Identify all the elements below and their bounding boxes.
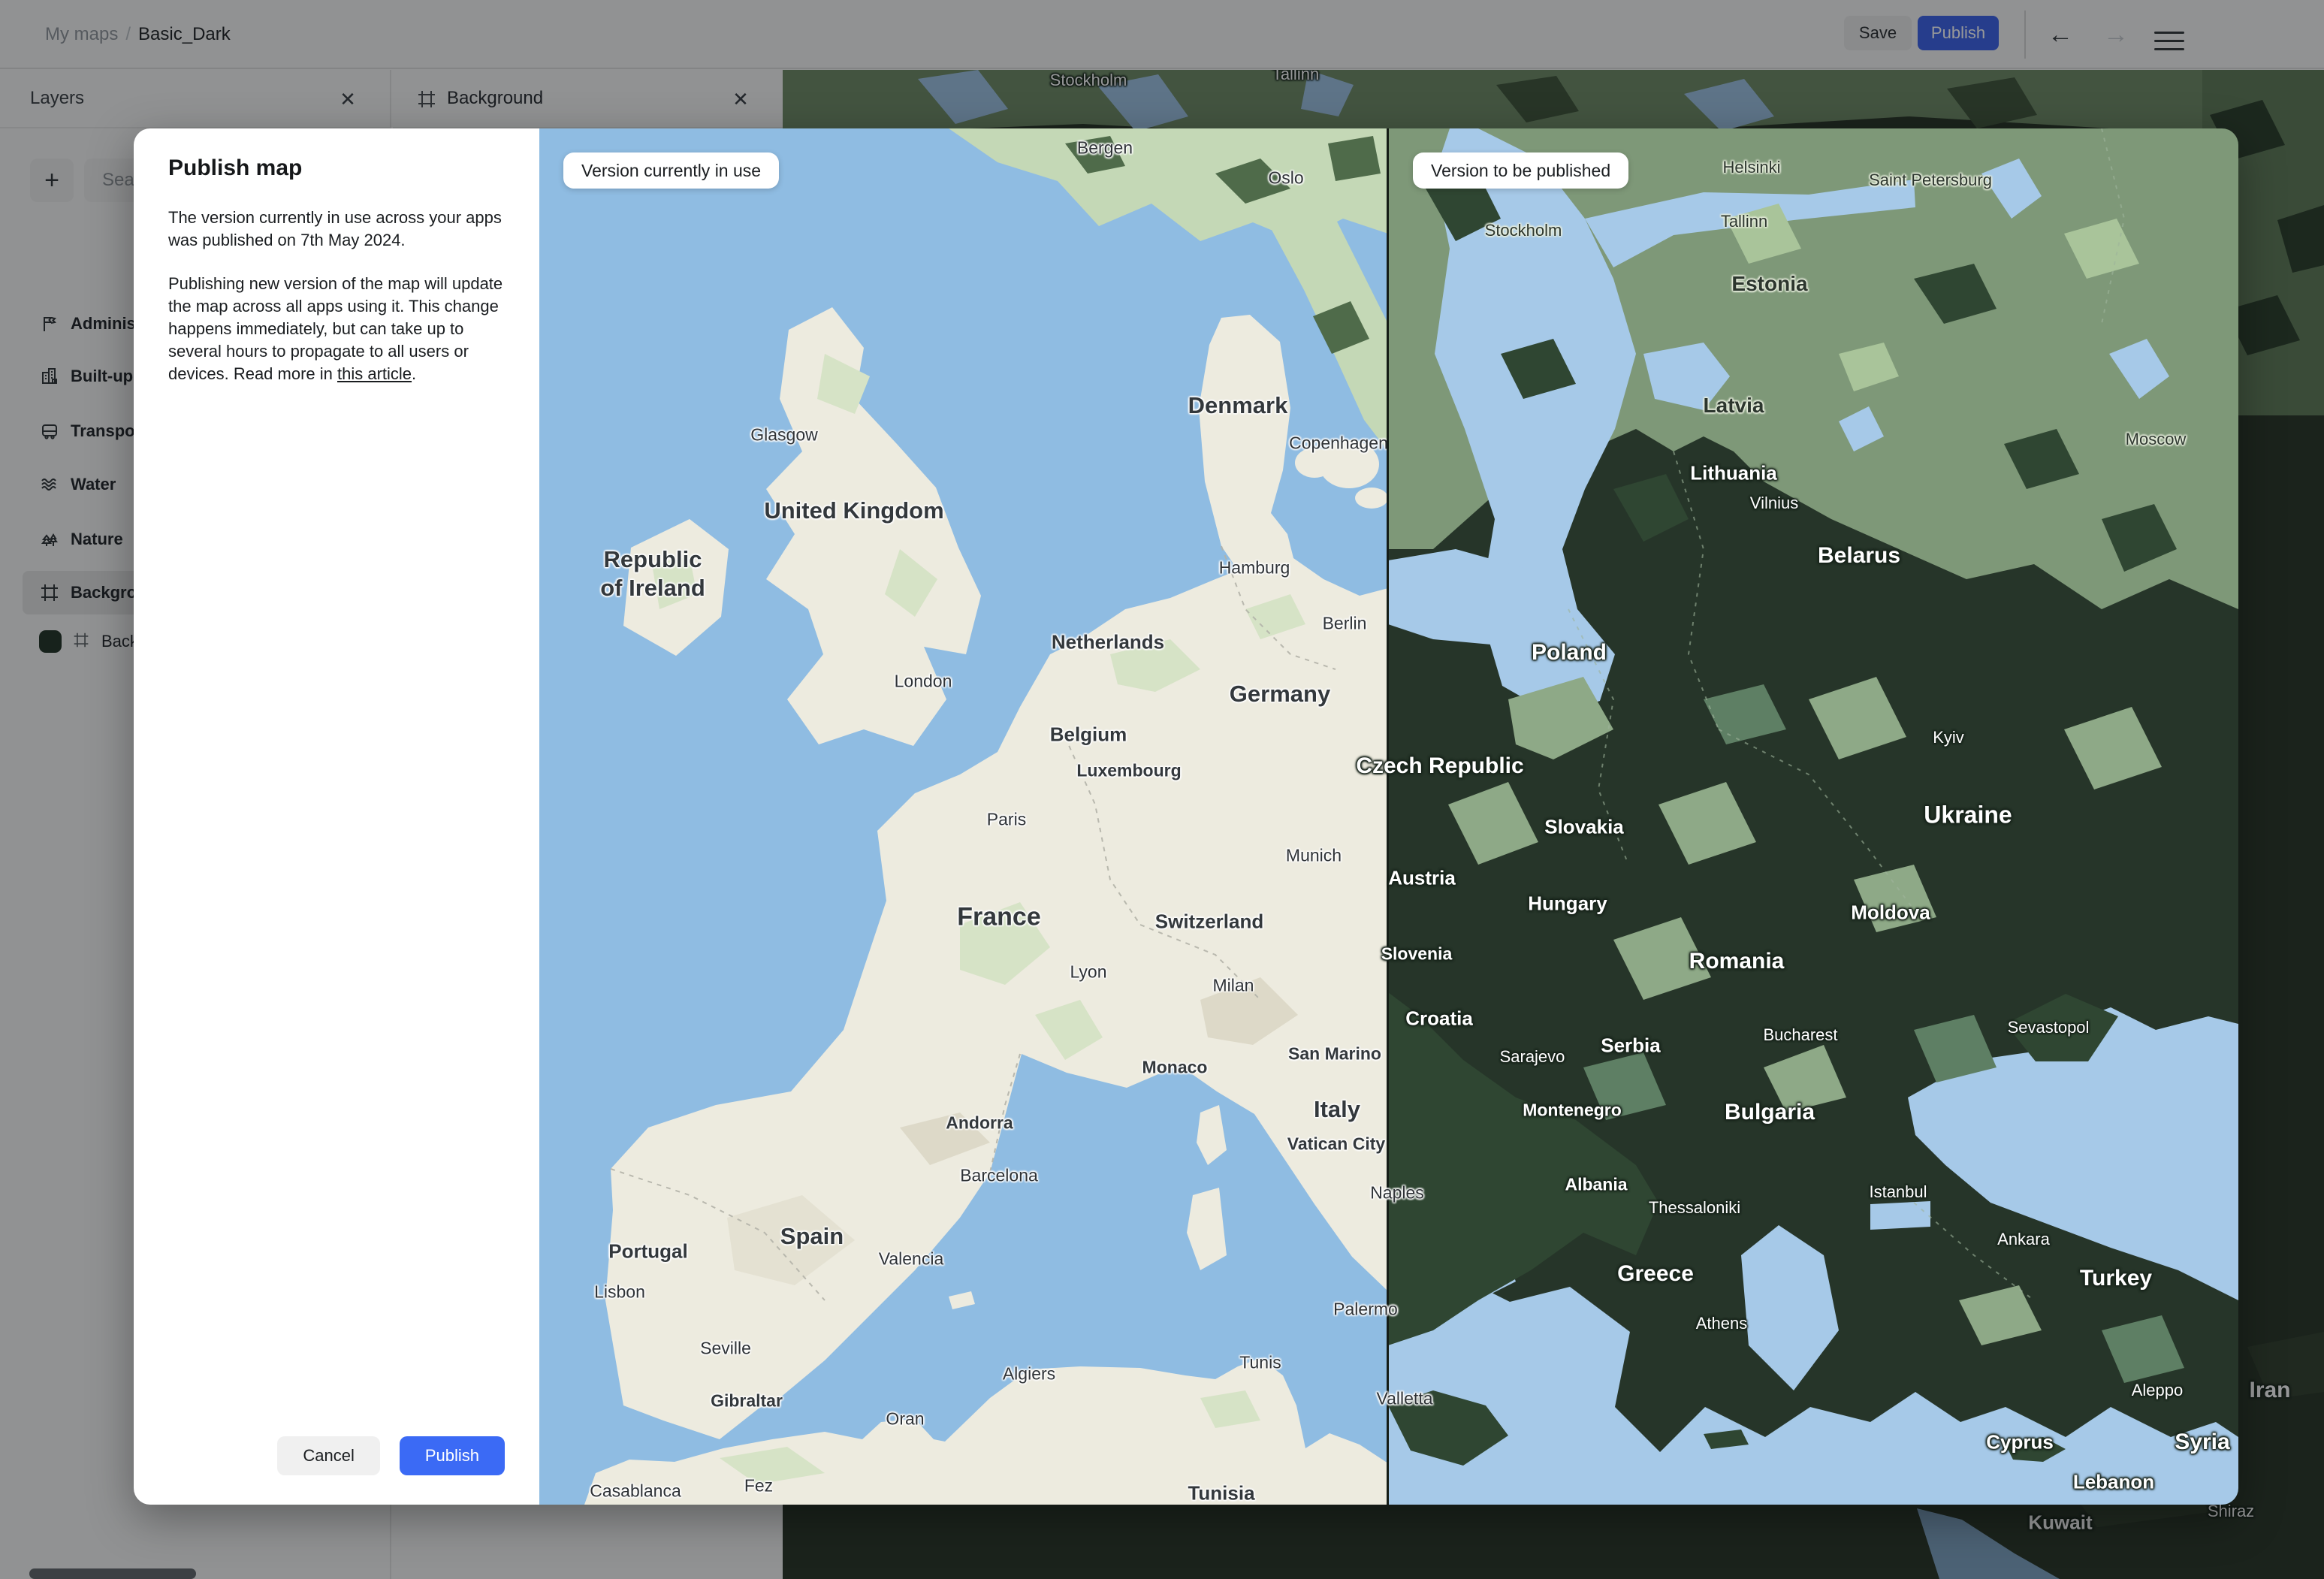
publish-dialog: Publish map The version currently in use…	[134, 128, 539, 1505]
version-current-chip: Version currently in use	[563, 152, 780, 189]
app-root: My maps / Basic_Dark Save Publish ← → La…	[0, 0, 2324, 1579]
this-article-link[interactable]: this article	[337, 364, 412, 383]
dialog-paragraph-1: The version currently in use across your…	[168, 208, 502, 249]
cancel-button[interactable]: Cancel	[277, 1436, 380, 1475]
map-version-new[interactable]: Version to be published Helsinki Saint Pe…	[1388, 128, 2238, 1505]
dialog-paragraph-2: Publishing new version of the map will u…	[168, 274, 503, 383]
dialog-title: Publish map	[168, 155, 303, 180]
map-version-current[interactable]: Version currently in use Bergen Oslo Glasg…	[539, 128, 1388, 1505]
dialog-footer: Cancel Publish	[277, 1436, 505, 1475]
publish-confirm-button[interactable]: Publish	[399, 1436, 505, 1475]
version-new-chip: Version to be published	[1413, 152, 1629, 189]
compare-divider	[1387, 128, 1389, 1505]
publish-modal: Publish map The version currently in use…	[134, 128, 2238, 1505]
